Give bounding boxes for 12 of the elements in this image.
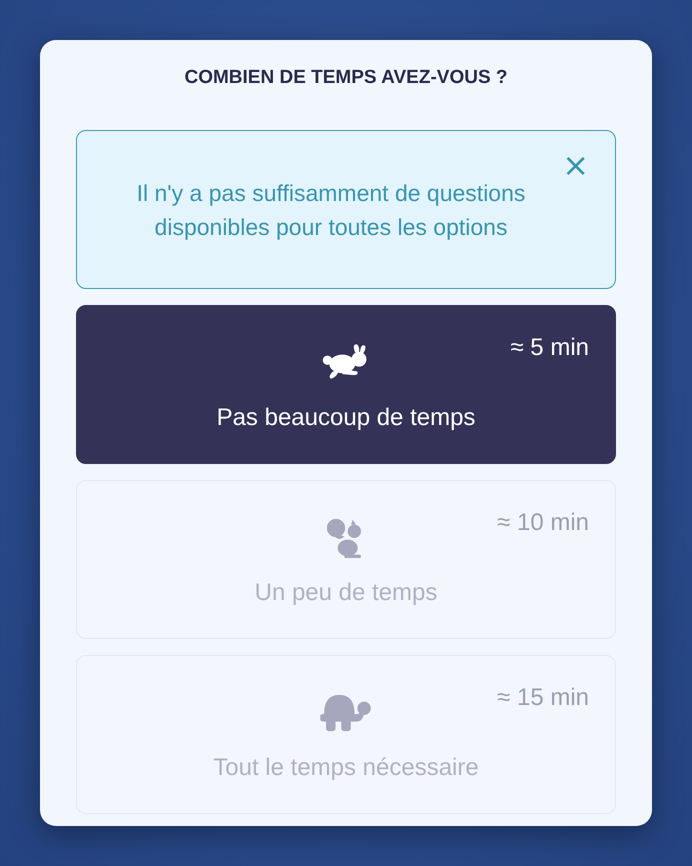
- close-button[interactable]: ×: [558, 147, 593, 183]
- duration-label: ≈ 15 min: [497, 684, 589, 712]
- turtle-icon: [320, 694, 371, 732]
- duration-label: ≈ 10 min: [497, 509, 589, 537]
- rabbit-icon: [322, 344, 366, 379]
- alert-message: Il n'y a pas suffisamment de questions disponibles pour toutes les options: [136, 178, 526, 242]
- duration-label: ≈ 5 min: [510, 334, 589, 362]
- option-label: Pas beaucoup de temps: [216, 404, 476, 432]
- time-option[interactable]: ≈ 5 min Pas beaucoup de temps: [76, 305, 616, 464]
- option-label: Un peu de temps: [254, 579, 438, 607]
- option-label: Tout le temps nécessaire: [213, 754, 479, 782]
- dialog-title: COMBIEN DE TEMPS AVEZ-VOUS ?: [183, 66, 509, 90]
